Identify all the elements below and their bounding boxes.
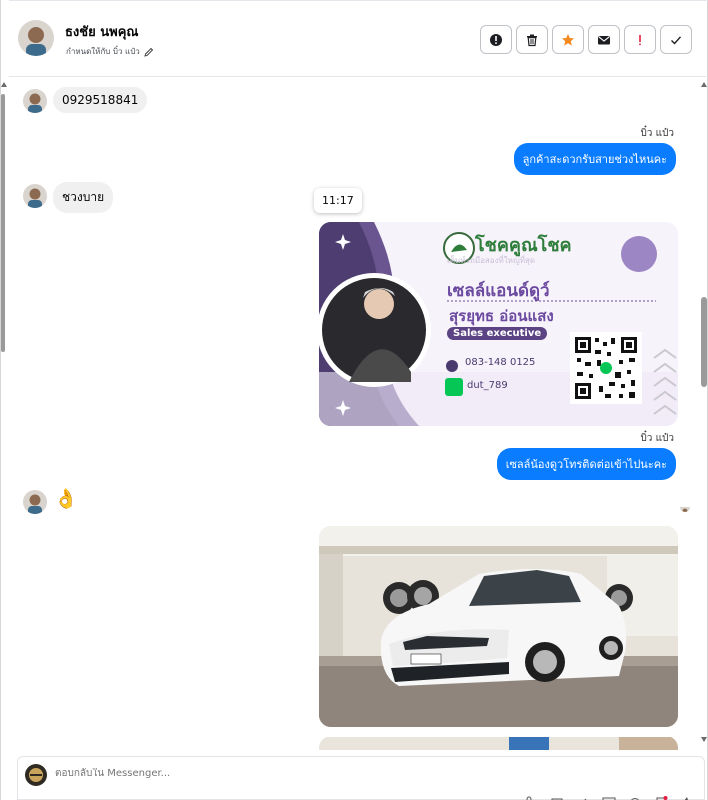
reply-composer [17,756,705,800]
assignment-label[interactable]: กำหนดให้กับ บิ๋ว แป๋ว [66,45,154,58]
next-photo-strip [319,737,678,750]
card-phone: 083-148 0125 [465,357,536,368]
assigned-text: กำหนดให้กับ บิ๋ว แป๋ว [66,47,140,56]
message-scrollbar-thumb[interactable] [701,297,707,387]
outgoing-message[interactable]: ลูกค้าสะดวกรับสายช่วงไหนคะ [513,143,676,175]
envelope-icon [598,35,610,44]
next-photo-preview[interactable] [319,736,678,750]
car-photo-image[interactable] [319,526,678,727]
incoming-message[interactable]: ชวงบาย [53,182,114,213]
page-avatar [25,764,47,786]
delete-button[interactable] [516,25,548,54]
card-role-badge: Sales executive [447,327,548,340]
alert-circle-icon [490,33,502,46]
attachment-icon[interactable] [576,791,590,800]
card-name-line1: เซลล์แอนด์ดูว์ [447,281,550,301]
check-icon [671,35,682,45]
briefcase-icon[interactable] [550,791,564,800]
conversation-panel: ธงชัย นพคุณ กำหนดให้กับ บิ๋ว แป๋ว 092951… [0,0,708,800]
incoming-message[interactable]: 0929518841 [53,87,148,113]
left-scrollbar[interactable] [1,82,7,752]
sender-name: บิ๋ว แป๋ว [640,433,674,444]
seen-avatar [680,502,690,512]
scroll-up-arrow-icon[interactable] [1,82,7,87]
business-card-image[interactable]: โชคคูณโชค เต็นท์รถมือสองที่ใหญ่ที่สุด เซ… [319,222,678,426]
emoji-icon[interactable] [628,791,642,800]
add-contact-icon[interactable] [524,791,538,800]
outgoing-message[interactable]: เซลล์น้องดูวโทรติดต่อเข้าไปนะคะ [496,448,676,480]
message-scrollbar[interactable] [700,82,707,752]
header-actions [480,25,692,54]
card-tagline: เต็นท์รถมือสองที่ใหญ่ที่สุด [447,256,536,265]
mark-unread-button[interactable] [588,25,620,54]
contact-message-avatar [23,490,47,514]
gif-icon[interactable] [602,791,616,800]
saved-reply-icon[interactable] [654,791,668,800]
exclamation-icon [639,34,641,45]
timestamp-tooltip: 11:17 [314,188,362,213]
trash-icon [527,34,537,46]
scroll-up-arrow-icon[interactable] [701,82,707,87]
like-icon[interactable] [680,791,694,800]
contact-message-avatar [23,89,47,113]
pencil-icon[interactable] [144,47,154,57]
ok-hand-emoji-message[interactable]: 👌 [54,487,78,511]
scroll-down-arrow-icon[interactable] [701,737,707,742]
conversation-header: ธงชัย นพคุณ กำหนดให้กับ บิ๋ว แป๋ว [9,0,708,77]
contact-name[interactable]: ธงชัย นพคุณ [65,21,138,42]
composer-toolbar [524,791,694,800]
follow-up-button[interactable] [624,25,656,54]
star-button[interactable] [552,25,584,54]
car-photo [319,526,678,727]
contact-avatar[interactable] [18,20,54,56]
spam-button[interactable] [480,25,512,54]
contact-message-avatar [23,184,47,208]
star-icon [562,33,574,46]
card-name-line2: สุรยุทธ อ่อนแสง [449,307,554,325]
reply-input[interactable] [55,768,455,779]
card-line-id: dut_789 [467,380,508,391]
done-button[interactable] [660,25,692,54]
left-scrollbar-thumb[interactable] [1,94,5,352]
sender-name: บิ๋ว แป๋ว [640,128,674,139]
